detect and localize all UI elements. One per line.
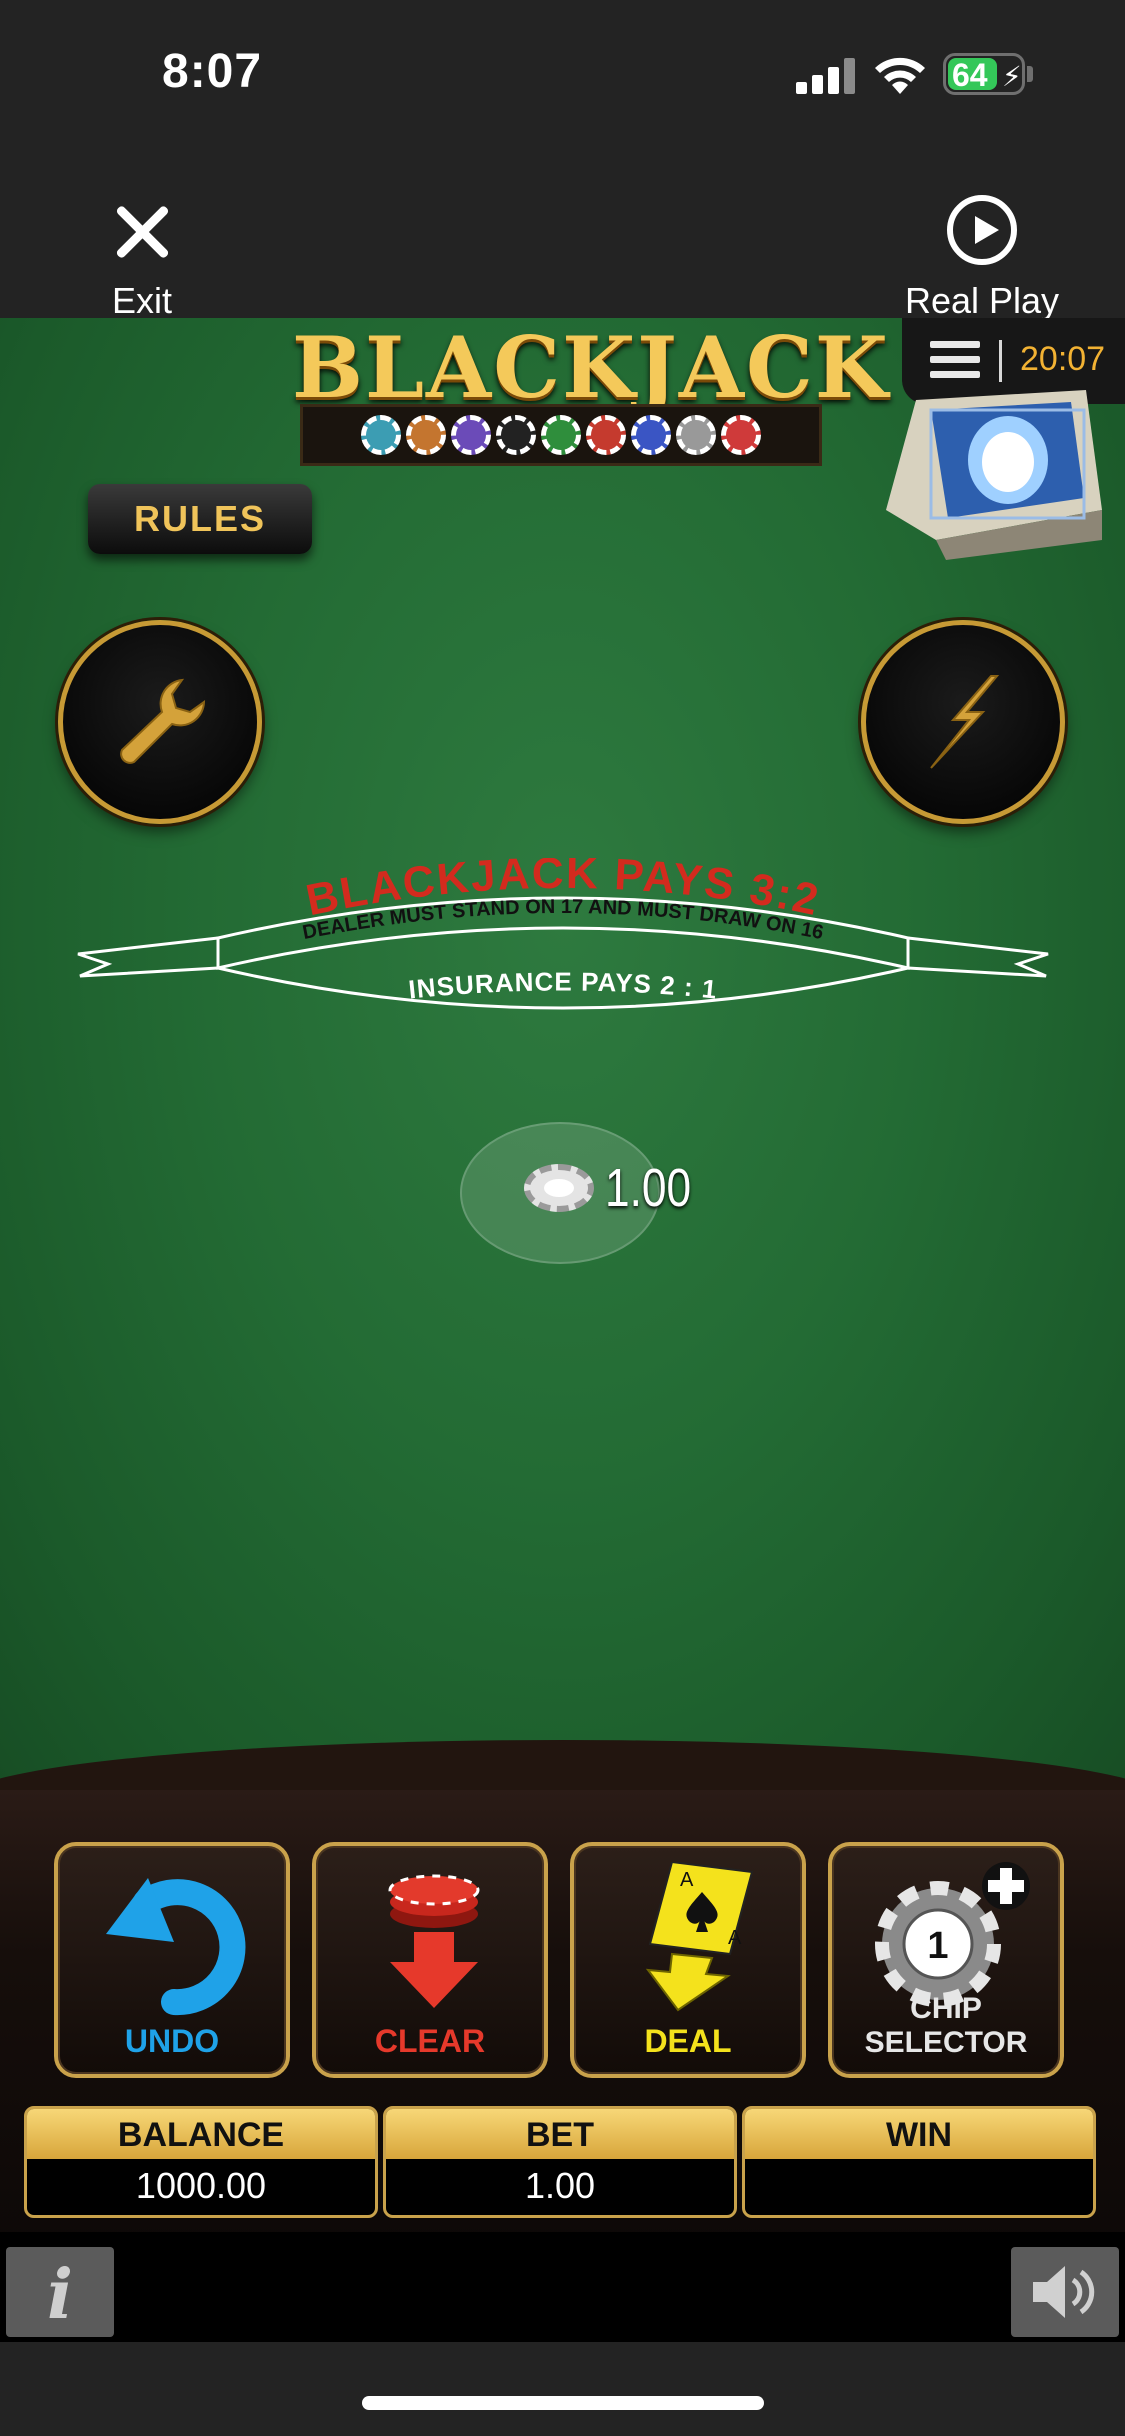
settings-button[interactable] (58, 620, 262, 824)
battery-icon: 64 ⚡ (943, 53, 1025, 95)
clear-chips-icon (388, 1874, 480, 2008)
bottom-toolbar (0, 2232, 1125, 2342)
info-button[interactable]: i (6, 2247, 114, 2337)
logo-chip-rack (300, 404, 822, 466)
speaker-icon (1033, 2266, 1095, 2318)
rules-button[interactable]: RULES (88, 484, 312, 554)
home-area (0, 2342, 1125, 2436)
battery-cap (1027, 66, 1033, 82)
blackjack-table: BLACKJACK 20:07 RULES BLACKJACK PAYS 3:2… (0, 318, 1125, 1808)
balance-value: 1000.00 (135, 2165, 267, 2206)
home-indicator[interactable] (362, 2396, 764, 2410)
chip-selector-button[interactable]: 1 CHIP SELECTOR (828, 1842, 1064, 2078)
undo-arrow-icon (106, 1878, 246, 2016)
battery-percent: 64 (952, 57, 988, 93)
deal-label: DEAL (644, 2023, 732, 2059)
card-rank-top: A (680, 1869, 694, 1891)
close-icon (112, 202, 172, 262)
bet-chip-icon (524, 1164, 594, 1212)
status-bar: 8:07 64 ⚡ (0, 0, 1125, 150)
chip-selector-label: CHIP SELECTOR (864, 1992, 1028, 2059)
real-play-label: Real Play (904, 280, 1060, 321)
wrench-icon (120, 678, 206, 764)
exit-label: Exit (111, 280, 172, 321)
cellular-signal-icon (796, 58, 856, 94)
status-time: 8:07 (162, 45, 263, 98)
clear-button[interactable]: CLEAR (312, 1842, 548, 2078)
sound-button[interactable] (1011, 2247, 1119, 2337)
bet-spot[interactable]: 1.00 (460, 1122, 691, 1264)
balance-label: BALANCE (27, 2109, 375, 2159)
deal-button[interactable]: A A DEAL (570, 1842, 806, 2078)
real-play-button[interactable]: Real Play (882, 172, 1082, 321)
rules-label: RULES (133, 498, 266, 539)
wifi-icon (875, 57, 925, 94)
info-icon: i (47, 2255, 73, 2335)
nav-bar: Exit Real Play (0, 150, 1125, 321)
win-display: WIN (742, 2106, 1096, 2218)
bet-value: 1.00 (524, 2165, 596, 2206)
bet-spot-amount: 1.00 (605, 1158, 692, 1218)
exit-button[interactable]: Exit (42, 172, 242, 321)
bet-label: BET (386, 2109, 734, 2159)
table-banner: BLACKJACK PAYS 3:2 DEALER MUST STAND ON … (77, 858, 1049, 1010)
game-title: BLACKJACK (292, 318, 890, 417)
chip-value: 1 (927, 1925, 948, 1967)
game-logo: BLACKJACK (292, 318, 890, 468)
card-shoe-icon (886, 390, 1102, 560)
charging-bolt-icon: ⚡ (1002, 61, 1022, 92)
clear-label: CLEAR (374, 2023, 486, 2059)
turbo-button[interactable] (861, 620, 1065, 824)
undo-button[interactable]: UNDO (54, 1842, 290, 2078)
divider (999, 340, 1002, 382)
play-icon (947, 195, 1017, 265)
hamburger-menu-icon[interactable] (930, 341, 980, 379)
game-clock: 20:07 (1020, 340, 1106, 378)
bet-display: BET 1.00 (383, 2106, 737, 2218)
banner-insurance-text: INSURANCE PAYS 2 : 1 (407, 966, 719, 1004)
win-label: WIN (745, 2109, 1093, 2159)
deal-card-icon: A A (645, 1862, 754, 2012)
balance-display: BALANCE 1000.00 (24, 2106, 378, 2218)
card-rank-bottom: A (728, 1927, 742, 1949)
lightning-icon (930, 675, 1000, 769)
undo-label: UNDO (124, 2023, 220, 2059)
